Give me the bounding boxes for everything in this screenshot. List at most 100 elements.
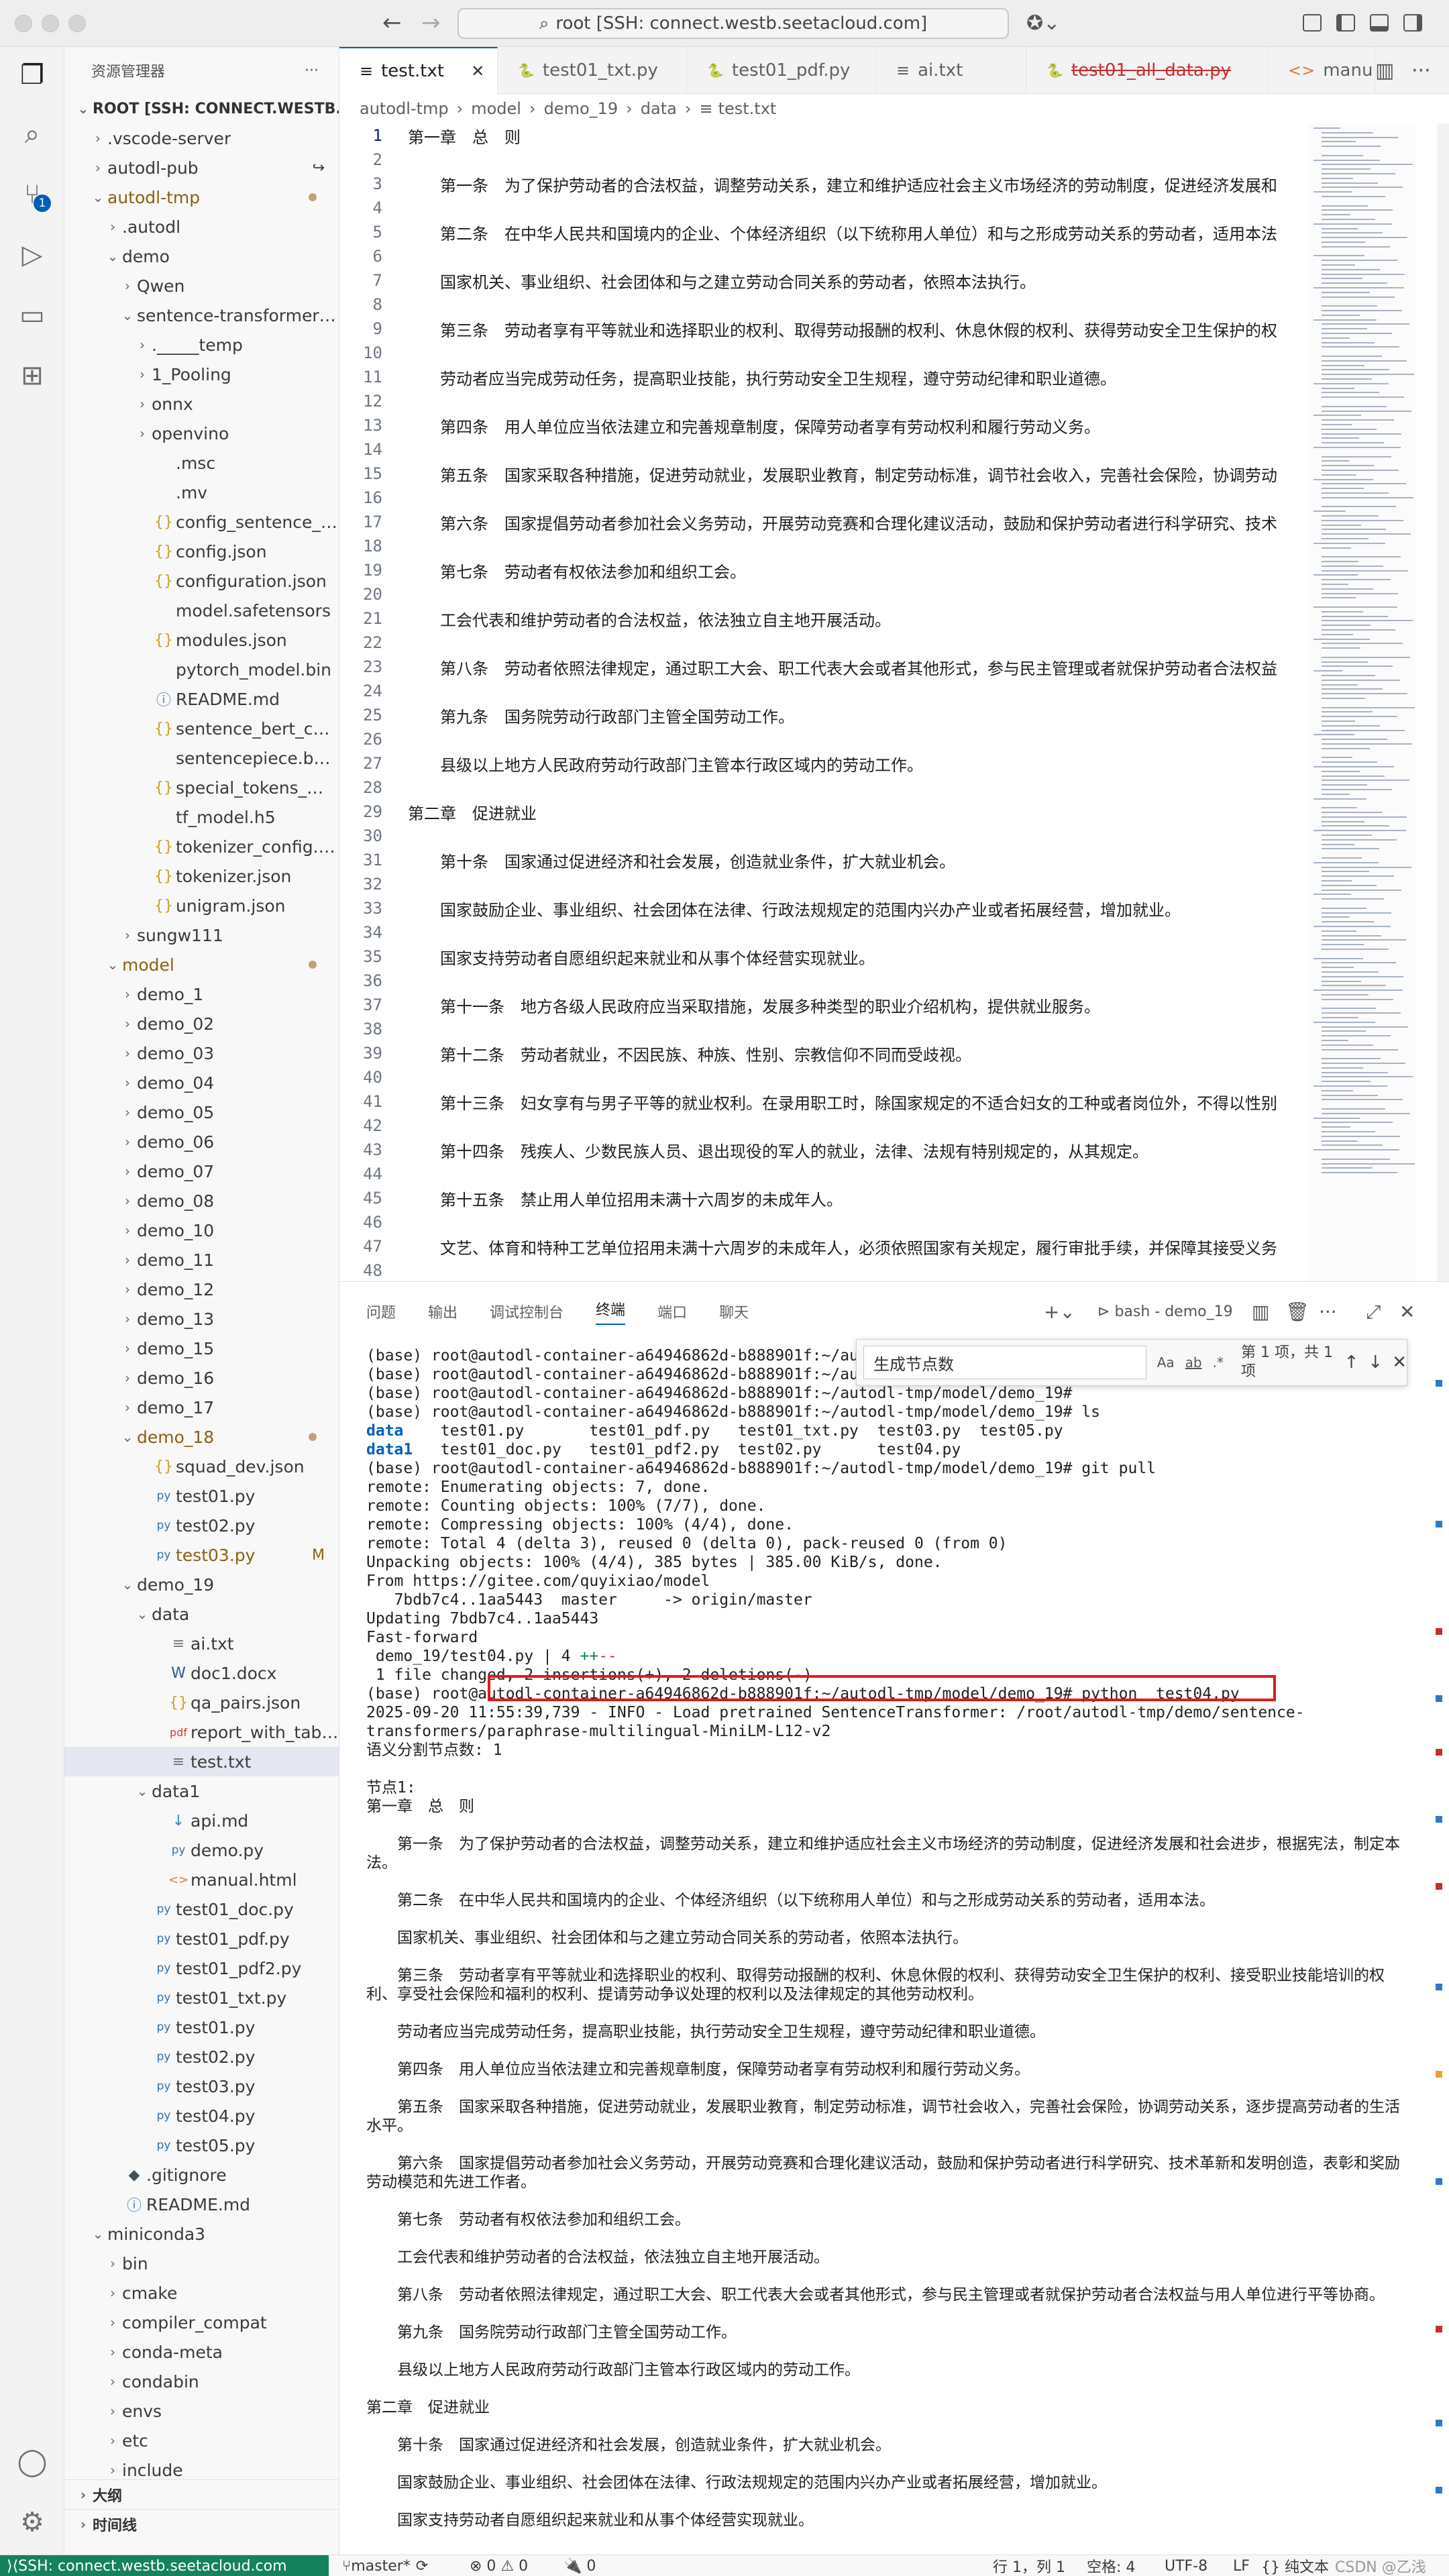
tree-file[interactable]: {} modules.json: [64, 625, 339, 655]
tree-folder[interactable]: › demo_05: [64, 1097, 339, 1127]
run-debug-icon[interactable]: ▷: [12, 235, 52, 275]
more-actions-icon[interactable]: ···: [305, 62, 319, 79]
encoding[interactable]: UTF-8: [1165, 2555, 1208, 2576]
tree-folder[interactable]: ⌄ sentence-transformers...: [64, 301, 339, 330]
search-icon[interactable]: ⌕: [12, 114, 52, 154]
tree-file[interactable]: {}sentence_bert_config...: [64, 714, 339, 743]
toggle-panel-icon[interactable]: [1370, 14, 1389, 32]
toggle-sidebar-icon[interactable]: [1336, 14, 1355, 32]
tree-file[interactable]: {}special_tokens_map.j...: [64, 773, 339, 802]
editor-tab[interactable]: ≡ ai.txt: [876, 47, 1026, 94]
tree-file[interactable]: {} qa_pairs.json: [64, 1688, 339, 1717]
match-whole-word-toggle[interactable]: ab: [1185, 1354, 1202, 1371]
tree-folder[interactable]: › Qwen: [64, 271, 339, 301]
next-match-arrow-icon[interactable]: ↓: [1368, 1352, 1383, 1373]
problems-indicator[interactable]: ⊗ 0 ⚠ 0: [470, 2555, 528, 2576]
tree-file[interactable]: .mv: [64, 478, 339, 507]
remote-indicator[interactable]: ⟩⟨ SSH: connect.westb.seetacloud.com: [0, 2555, 329, 2576]
terminal-scrollbar[interactable]: [1429, 1346, 1449, 2554]
tree-file[interactable]: ⓘ README.md: [64, 684, 339, 714]
tree-folder[interactable]: › demo_13: [64, 1304, 339, 1334]
tree-file[interactable]: tf_model.h5: [64, 802, 339, 832]
tree-file[interactable]: py test02.py: [64, 1511, 339, 1540]
editor-tab[interactable]: 🐍 test01_all_data.py: [1026, 47, 1268, 94]
tree-folder[interactable]: › demo_06: [64, 1127, 339, 1157]
tree-folder[interactable]: › cmake: [64, 2278, 339, 2308]
tree-folder[interactable]: › compiler_compat: [64, 2308, 339, 2337]
close-find-icon[interactable]: ✕: [1392, 1352, 1407, 1373]
tree-file[interactable]: ◆ .gitignore: [64, 2160, 339, 2190]
breadcrumb-item[interactable]: data: [641, 99, 677, 118]
terminal-output[interactable]: (base) root@autodl-container-a64946862d-…: [366, 1346, 1413, 2530]
tree-folder[interactable]: › demo_03: [64, 1038, 339, 1068]
settings-gear-icon[interactable]: ⚙: [12, 2502, 52, 2542]
tree-folder[interactable]: › envs: [64, 2396, 339, 2426]
panel-tab[interactable]: 输出: [428, 1301, 458, 1322]
tree-file[interactable]: py test03.py M: [64, 1540, 339, 1570]
tree-folder[interactable]: › demo_11: [64, 1245, 339, 1275]
tree-file[interactable]: ≡ test.txt: [64, 1747, 339, 1776]
tree-folder[interactable]: ⌄ model: [64, 950, 339, 979]
tree-file[interactable]: py test01_txt.py: [64, 1983, 339, 2012]
tree-folder[interactable]: ⌄ demo_19: [64, 1570, 339, 1599]
editor-tab[interactable]: <> manu: [1268, 47, 1375, 94]
explorer-icon[interactable]: ❐: [12, 55, 52, 95]
tree-file[interactable]: ⓘ README.md: [64, 2190, 339, 2219]
tree-folder[interactable]: › conda-meta: [64, 2337, 339, 2367]
editor-tab[interactable]: ≡ test.txt ✕: [339, 47, 498, 94]
tree-folder[interactable]: › openvino: [64, 419, 339, 448]
ports-indicator[interactable]: 🔌 0: [564, 2555, 596, 2576]
tree-file[interactable]: {} configuration.json: [64, 566, 339, 596]
tree-folder[interactable]: ⌄ data1: [64, 1776, 339, 1806]
more-actions-icon[interactable]: ···: [1319, 1301, 1337, 1323]
remote-explorer-icon[interactable]: ▭: [12, 295, 52, 335]
panel-tab[interactable]: 聊天: [719, 1301, 749, 1322]
breadcrumb-item[interactable]: test.txt: [718, 99, 777, 118]
split-terminal-icon[interactable]: ▥: [1252, 1301, 1269, 1323]
tree-file[interactable]: model.safetensors: [64, 596, 339, 625]
terminal-shell-selector[interactable]: ⊳ bash - demo_19: [1097, 1303, 1233, 1320]
customize-layout-icon[interactable]: [1303, 14, 1322, 32]
panel-tab[interactable]: 终端: [596, 1298, 626, 1325]
tree-folder[interactable]: ⌄ autodl-tmp: [64, 182, 339, 212]
tree-folder[interactable]: › demo_04: [64, 1068, 339, 1097]
tree-folder[interactable]: › 1_Pooling: [64, 360, 339, 389]
toggle-secondary-sidebar-icon[interactable]: [1403, 14, 1422, 32]
breadcrumb-item[interactable]: model: [471, 99, 521, 118]
minimap[interactable]: [1308, 123, 1415, 1281]
tree-folder[interactable]: › demo_07: [64, 1157, 339, 1186]
panel-tab[interactable]: 端口: [657, 1301, 687, 1322]
tree-file[interactable]: sentencepiece.bpe.m...: [64, 743, 339, 773]
breadcrumb-item[interactable]: autodl-tmp: [360, 99, 449, 118]
tree-file[interactable]: py test01_doc.py: [64, 1894, 339, 1924]
tree-folder[interactable]: › onnx: [64, 389, 339, 419]
tree-file[interactable]: {} tokenizer.json: [64, 861, 339, 891]
editor-scrollbar[interactable]: [1437, 123, 1449, 1281]
tree-folder[interactable]: › ._____temp: [64, 330, 339, 360]
end-of-line[interactable]: LF: [1233, 2555, 1250, 2576]
regex-toggle[interactable]: .*: [1213, 1354, 1224, 1371]
breadcrumb-item[interactable]: demo_19: [544, 99, 619, 118]
tree-folder[interactable]: › condabin: [64, 2367, 339, 2396]
tree-file[interactable]: pdf report_with_table.pdf: [64, 1717, 339, 1747]
new-terminal-icon[interactable]: +⌄: [1044, 1301, 1075, 1323]
cursor-position[interactable]: 行 1，列 1: [993, 2555, 1065, 2576]
tree-folder[interactable]: ⌄ miniconda3: [64, 2219, 339, 2249]
tree-folder[interactable]: › sungw111: [64, 920, 339, 950]
extensions-icon[interactable]: ⊞: [12, 356, 52, 396]
outline-section[interactable]: › 大纲: [64, 2479, 339, 2509]
timeline-section[interactable]: › 时间线: [64, 2509, 339, 2538]
tree-folder[interactable]: ⌄ demo: [64, 241, 339, 271]
forward-arrow-icon[interactable]: →: [421, 9, 441, 36]
tree-file[interactable]: ↓ api.md: [64, 1806, 339, 1835]
tree-file[interactable]: {} unigram.json: [64, 891, 339, 920]
match-case-toggle[interactable]: Aa: [1157, 1354, 1175, 1371]
more-actions-icon[interactable]: ···: [1411, 59, 1431, 83]
copilot-icon[interactable]: ✪⌄: [1026, 12, 1060, 35]
tree-folder[interactable]: › demo_10: [64, 1216, 339, 1245]
tree-folder[interactable]: › .autodl: [64, 212, 339, 241]
kill-terminal-icon[interactable]: 🗑: [1285, 1301, 1309, 1323]
account-icon[interactable]: ◯: [12, 2442, 52, 2482]
tree-folder[interactable]: › demo_12: [64, 1275, 339, 1304]
panel-tab[interactable]: 问题: [366, 1301, 396, 1322]
